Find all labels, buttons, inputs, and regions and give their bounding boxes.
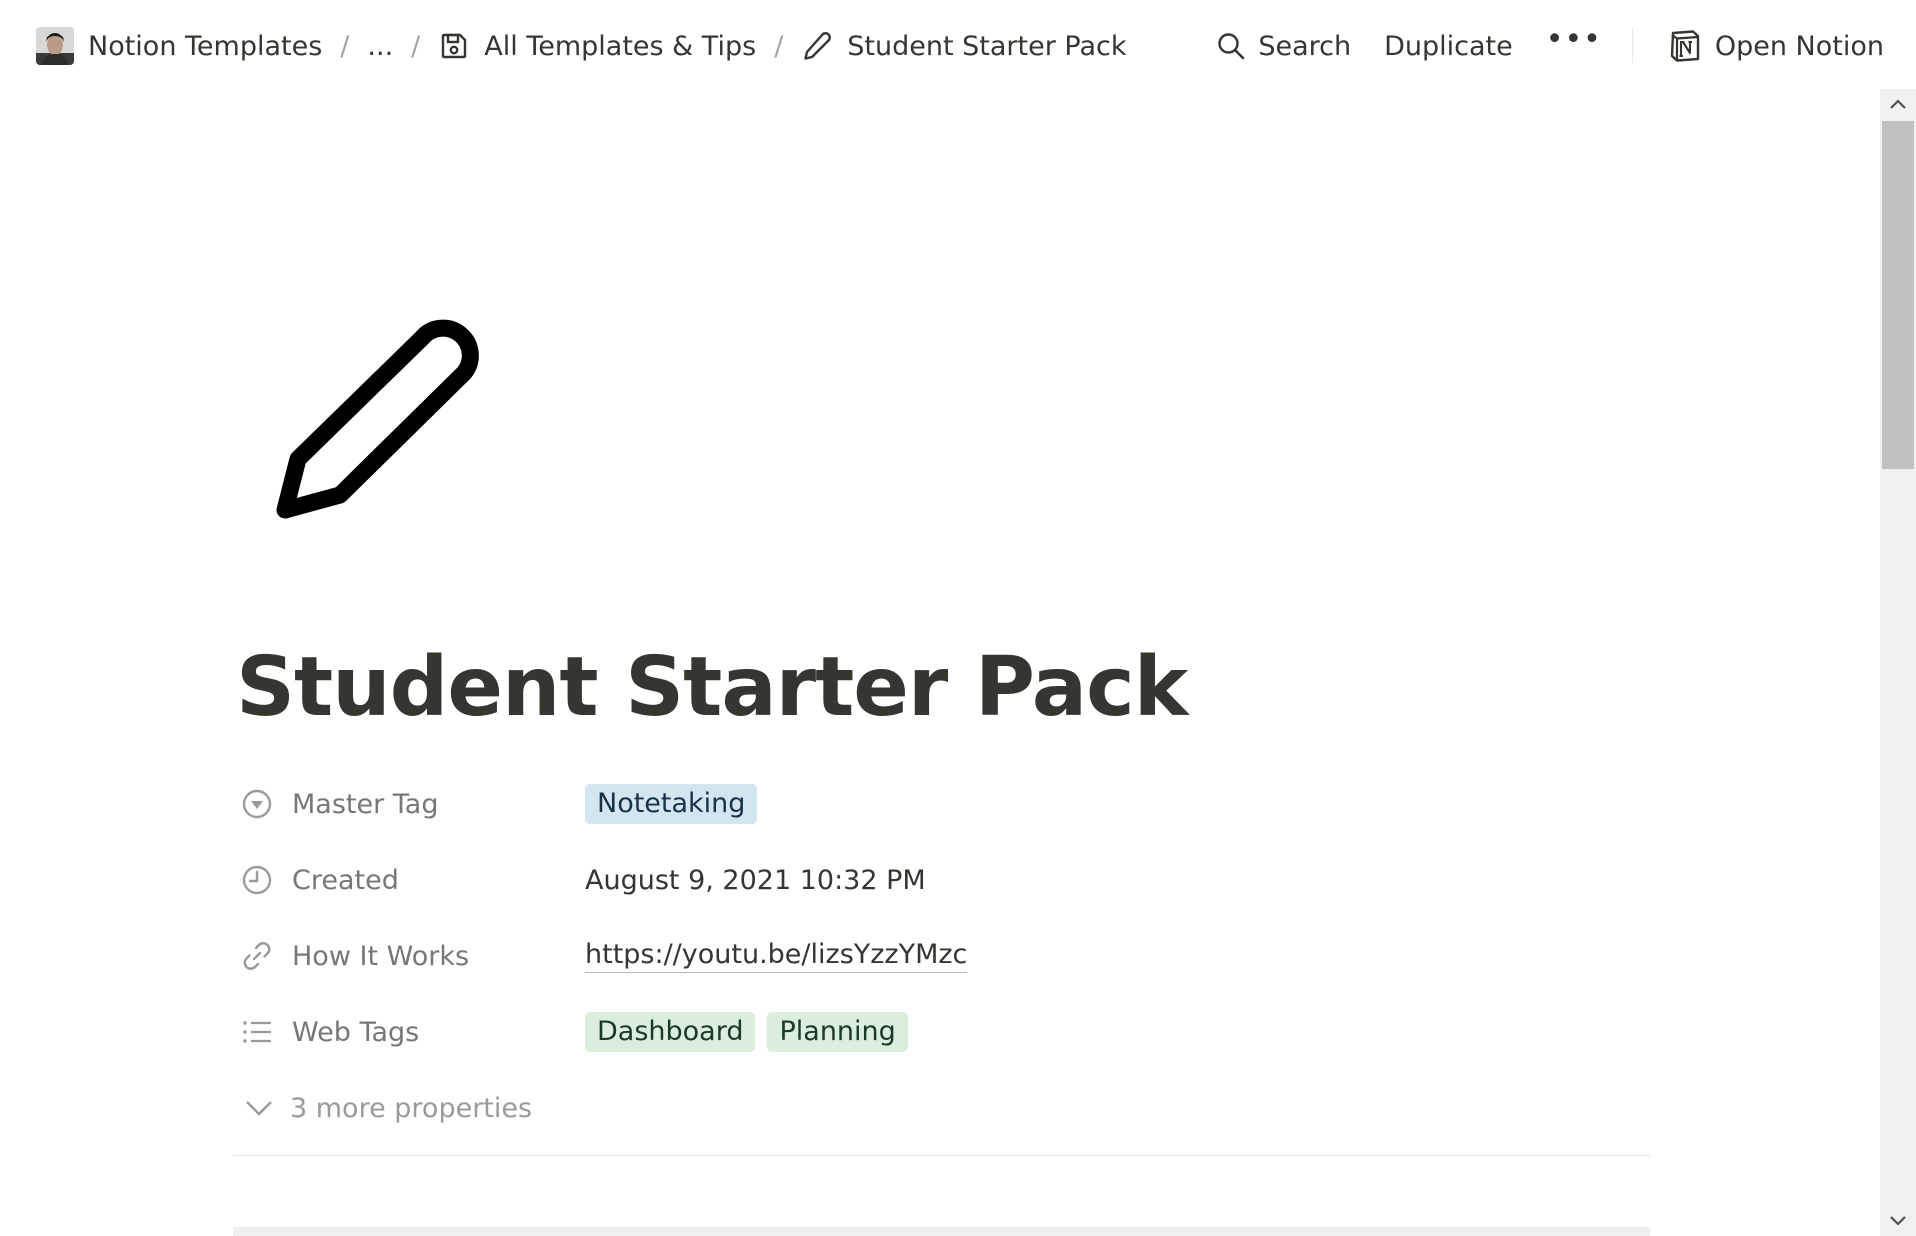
breadcrumb-parent-label: All Templates & Tips <box>484 30 757 62</box>
property-value-created: August 9, 2021 10:32 PM <box>585 865 926 896</box>
top-bar: Notion Templates / ... / All Templates &… <box>0 0 1916 93</box>
page-pencil-icon[interactable] <box>272 318 492 538</box>
chevron-down-icon <box>246 1101 272 1116</box>
tag-planning: Planning <box>767 1012 908 1052</box>
property-value-web-tags[interactable]: Dashboard Planning <box>585 1012 908 1052</box>
select-icon <box>242 789 272 819</box>
chevron-up-icon <box>1890 99 1906 109</box>
property-label-web-tags[interactable]: Web Tags <box>240 1015 585 1049</box>
breadcrumb-separator: / <box>340 30 350 62</box>
breadcrumb-separator: / <box>411 30 421 62</box>
scroll-down-arrow[interactable] <box>1880 1206 1916 1236</box>
open-notion-label: Open Notion <box>1714 30 1884 62</box>
property-how-it-works: How It Works https://youtu.be/lizsYzzYMz… <box>240 918 1650 994</box>
list-icon <box>243 1021 271 1043</box>
notion-page: Notion Templates / ... / All Templates &… <box>0 0 1916 1236</box>
property-label-how-it-works[interactable]: How It Works <box>240 939 585 973</box>
property-value-how-it-works: https://youtu.be/lizsYzzYMzc <box>585 939 968 973</box>
breadcrumb-workspace-label: Notion Templates <box>88 30 323 62</box>
tag-dashboard: Dashboard <box>585 1012 756 1052</box>
property-label-text: Master Tag <box>292 788 439 820</box>
property-label-text: How It Works <box>292 940 470 972</box>
created-date: August 9, 2021 10:32 PM <box>585 864 926 896</box>
breadcrumb-current[interactable]: Student Starter Pack <box>801 30 1127 62</box>
pencil-icon <box>804 32 832 60</box>
tag-notetaking: Notetaking <box>585 784 758 824</box>
breadcrumb-ellipsis[interactable]: ... <box>367 31 393 62</box>
breadcrumb-current-label: Student Starter Pack <box>847 30 1127 62</box>
property-label-created[interactable]: Created <box>240 863 585 897</box>
vertical-scrollbar[interactable] <box>1880 89 1916 1236</box>
search-label: Search <box>1258 30 1352 62</box>
scroll-up-arrow[interactable] <box>1880 89 1916 119</box>
more-options-button[interactable]: ••• <box>1546 25 1602 55</box>
breadcrumb-workspace[interactable]: Notion Templates <box>36 27 322 65</box>
how-it-works-link[interactable]: https://youtu.be/lizsYzzYMzc <box>585 939 968 973</box>
more-properties-label: 3 more properties <box>290 1092 533 1124</box>
notion-logo-icon <box>1670 30 1700 62</box>
chevron-down-icon <box>1890 1216 1906 1226</box>
scroll-thumb[interactable] <box>1882 121 1914 469</box>
property-label-text: Created <box>292 864 399 896</box>
duplicate-label: Duplicate <box>1384 30 1513 62</box>
workspace-avatar <box>36 27 74 65</box>
top-actions: Search Duplicate ••• Open Notion <box>1216 22 1884 70</box>
search-icon <box>1218 33 1245 60</box>
property-label-master-tag[interactable]: Master Tag <box>240 787 585 821</box>
property-web-tags: Web Tags Dashboard Planning <box>240 994 1650 1070</box>
property-label-text: Web Tags <box>292 1016 420 1048</box>
duplicate-button[interactable]: Duplicate <box>1384 31 1513 62</box>
more-icon: ••• <box>1545 22 1602 57</box>
search-button[interactable]: Search <box>1216 31 1351 62</box>
breadcrumb: Notion Templates / ... / All Templates &… <box>36 22 1127 70</box>
properties-divider <box>233 1155 1650 1156</box>
content-block-top <box>233 1227 1650 1236</box>
breadcrumb-parent[interactable]: All Templates & Tips <box>438 30 756 62</box>
property-master-tag: Master Tag Notetaking <box>240 766 1650 842</box>
property-created: Created August 9, 2021 10:32 PM <box>240 842 1650 918</box>
link-icon <box>243 942 271 970</box>
page-title[interactable]: Student Starter Pack <box>236 640 1188 735</box>
save-icon <box>442 33 467 59</box>
open-notion-button[interactable]: Open Notion <box>1667 28 1884 64</box>
properties-panel: Master Tag Notetaking Created August 9, … <box>240 766 1650 1146</box>
toolbar-divider <box>1631 29 1633 63</box>
property-value-master-tag[interactable]: Notetaking <box>585 784 758 824</box>
more-properties-toggle[interactable]: 3 more properties <box>244 1070 1650 1146</box>
breadcrumb-separator: / <box>774 30 784 62</box>
clock-icon <box>242 865 272 895</box>
